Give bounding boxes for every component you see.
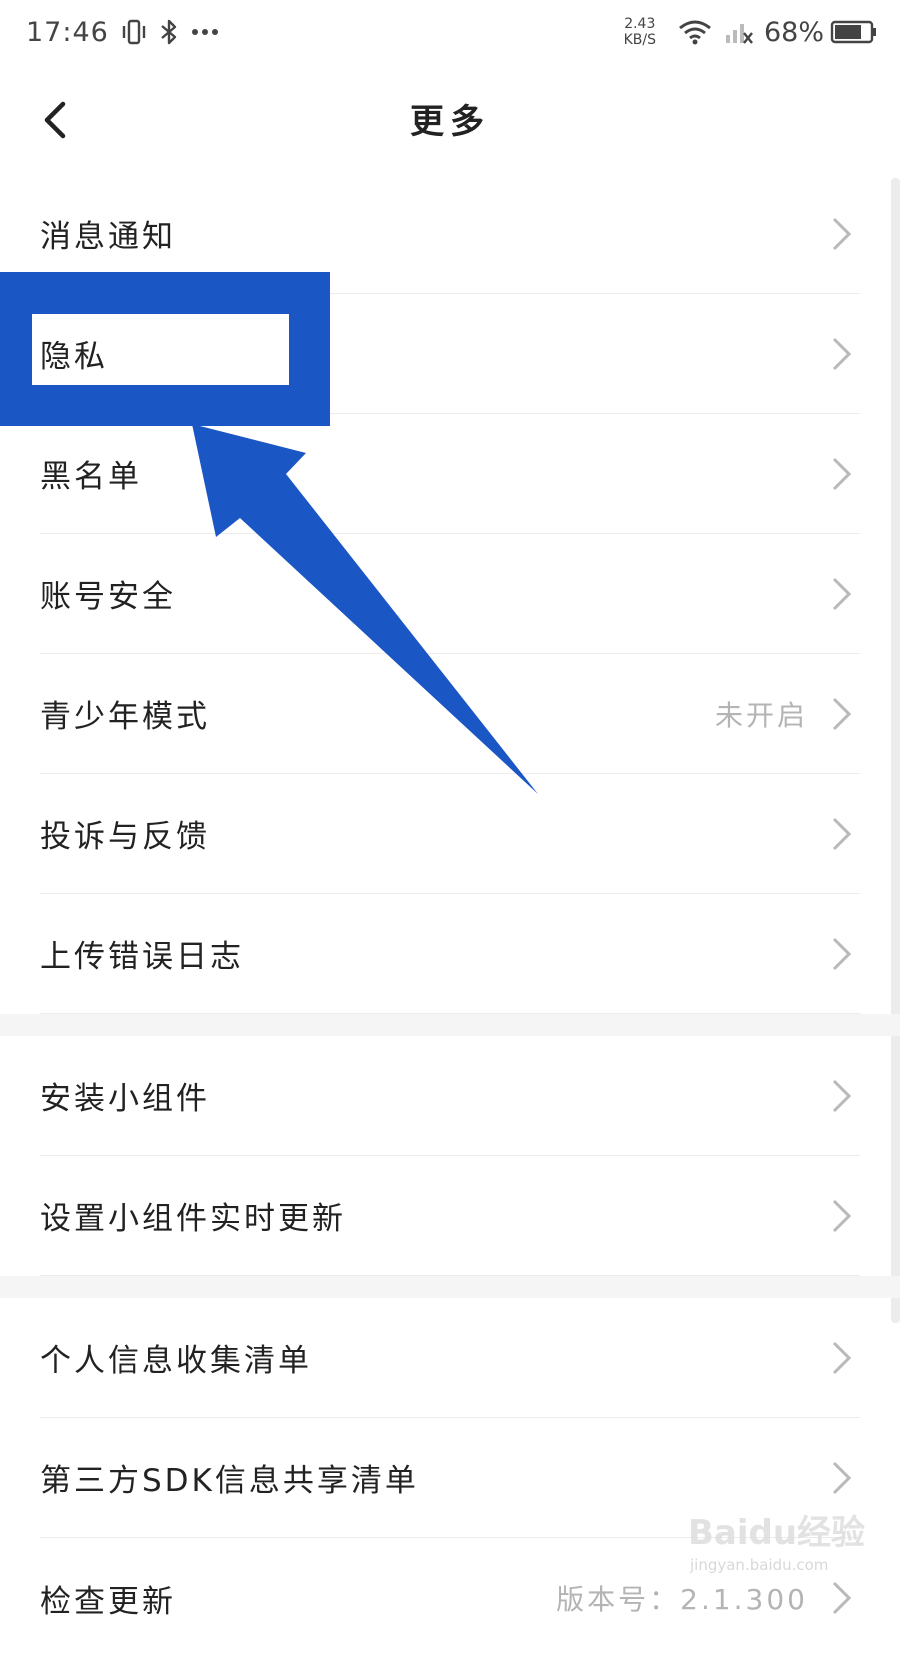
chevron-right-icon — [832, 1581, 852, 1615]
row-label: 消息通知 — [40, 219, 176, 255]
chevron-right-icon — [832, 1461, 852, 1495]
chevron-right-icon — [832, 337, 852, 371]
status-bar-right: 2.43 KB/S 68% — [624, 16, 878, 48]
group-separator — [0, 1276, 900, 1298]
page-title: 更多 — [410, 102, 490, 142]
nav-bar: 更多 — [0, 64, 900, 174]
row-label: 设置小组件实时更新 — [40, 1201, 346, 1237]
watermark-url: jingyan.baidu.com — [690, 1556, 829, 1574]
bluetooth-icon — [159, 18, 179, 46]
chevron-right-icon — [832, 457, 852, 491]
row-label: 检查更新 — [40, 1583, 176, 1620]
more-dots-icon — [191, 27, 219, 37]
row-label: 第三方SDK信息共享清单 — [40, 1463, 419, 1499]
row-account-security[interactable]: 账号安全 — [40, 534, 860, 654]
row-teen-mode[interactable]: 青少年模式 未开启 — [40, 654, 860, 774]
battery-icon — [830, 19, 878, 45]
row-label: 投诉与反馈 — [40, 819, 210, 855]
status-time: 17:46 — [26, 16, 109, 48]
row-label: 隐私 — [40, 339, 108, 375]
row-upload-error-log[interactable]: 上传错误日志 — [40, 894, 860, 1014]
network-speed: 2.43 KB/S — [624, 16, 656, 48]
row-privacy[interactable]: 隐私 — [40, 294, 860, 414]
chevron-right-icon — [832, 937, 852, 971]
signal-icon — [724, 19, 754, 45]
row-label: 上传错误日志 — [40, 939, 244, 975]
chevron-right-icon — [832, 697, 852, 731]
group-separator — [0, 1014, 900, 1036]
row-widget-realtime-update[interactable]: 设置小组件实时更新 — [40, 1156, 860, 1276]
chevron-right-icon — [832, 1341, 852, 1375]
watermark-logo: Baidu经验 — [688, 1513, 866, 1553]
row-complaints-feedback[interactable]: 投诉与反馈 — [40, 774, 860, 894]
status-bar: 17:46 2.43 KB/S 68% — [0, 0, 900, 64]
row-value: 未开启 — [714, 698, 808, 732]
row-install-widget[interactable]: 安装小组件 — [40, 1036, 860, 1156]
chevron-right-icon — [832, 217, 852, 251]
wifi-icon — [678, 19, 712, 45]
row-label: 青少年模式 — [40, 699, 210, 735]
row-label: 账号安全 — [40, 579, 176, 615]
status-bar-left: 17:46 — [26, 17, 219, 48]
chevron-right-icon — [832, 577, 852, 611]
network-speed-unit: KB/S — [623, 32, 656, 48]
row-blacklist[interactable]: 黑名单 — [40, 414, 860, 534]
row-label: 安装小组件 — [40, 1081, 210, 1117]
settings-list: 消息通知 隐私 黑名单 账号安全 青少年模式 未开启 投诉与反馈 上传错误日志 … — [0, 174, 900, 1658]
row-value: 版本号：2.1.300 — [556, 1583, 808, 1616]
chevron-right-icon — [832, 1079, 852, 1113]
row-label: 个人信息收集清单 — [40, 1343, 312, 1379]
battery-percent: 68% — [763, 16, 824, 48]
row-label: 黑名单 — [40, 459, 142, 495]
row-message-notifications[interactable]: 消息通知 — [40, 174, 860, 294]
row-personal-info-list[interactable]: 个人信息收集清单 — [40, 1298, 860, 1418]
chevron-right-icon — [832, 817, 852, 851]
network-speed-value: 2.43 — [624, 16, 656, 32]
vibrate-icon — [121, 18, 147, 46]
chevron-right-icon — [832, 1199, 852, 1233]
